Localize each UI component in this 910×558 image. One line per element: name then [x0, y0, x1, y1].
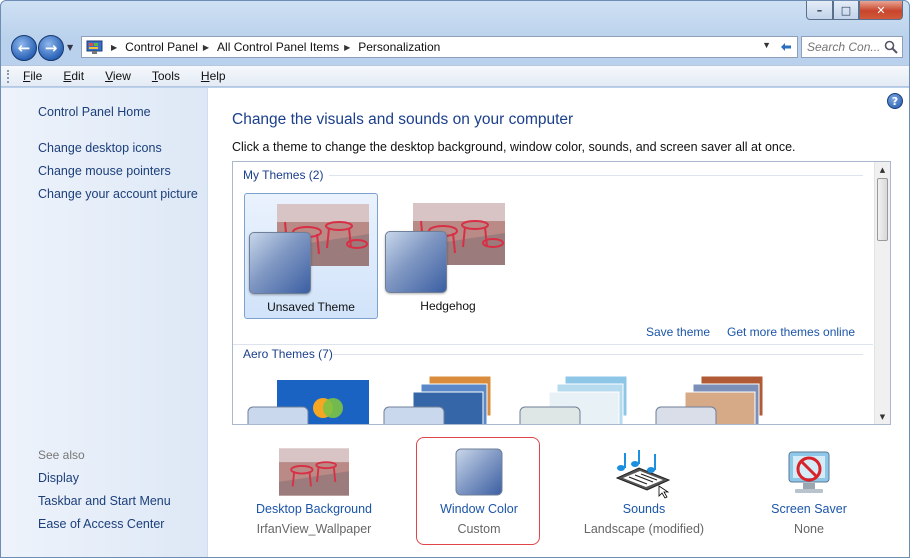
breadcrumb-arrow-icon[interactable]: ▶ [203, 43, 209, 52]
theme-name: Hedgehog [420, 299, 476, 313]
see-also-label: See also [38, 448, 85, 462]
window-color-icon [455, 448, 503, 496]
desktop-background-thumbnail [279, 448, 349, 496]
menu-help[interactable]: Help [197, 69, 230, 83]
page-description: Click a theme to change the desktop back… [232, 140, 796, 154]
help-icon[interactable]: ? [887, 93, 903, 109]
group-divider [329, 175, 863, 176]
recent-pages-dropdown-icon[interactable]: ▼ [67, 43, 73, 52]
desktop-background-value: IrfanView_Wallpaper [256, 522, 372, 536]
sidebar-change-mouse-pointers[interactable]: Change mouse pointers [38, 164, 171, 178]
aero-theme-characters[interactable] [519, 374, 649, 425]
themes-list: My Themes (2) Unsaved Theme Hedgehog Sav… [232, 161, 891, 425]
breadcrumb-all-items[interactable]: All Control Panel Items [217, 40, 339, 54]
menu-view[interactable]: View [101, 69, 135, 83]
screen-saver-icon [788, 451, 830, 493]
breadcrumb-personalization[interactable]: Personalization [358, 40, 440, 54]
personalization-window: – □ ✕ ← → ▼ ▶ Control Panel ▶ All Contro… [0, 0, 910, 558]
aero-theme-architecture[interactable] [383, 374, 513, 425]
menu-tools[interactable]: Tools [148, 69, 184, 83]
scroll-thumb[interactable] [877, 178, 888, 241]
theme-hedgehog[interactable]: Hedgehog [381, 193, 515, 319]
search-placeholder: Search Con... [807, 40, 881, 54]
search-input[interactable]: Search Con... [801, 36, 903, 58]
screen-saver-title[interactable]: Screen Saver [744, 502, 874, 516]
breadcrumb-arrow-icon[interactable]: ▶ [111, 43, 117, 52]
sounds-value: Landscape (modified) [583, 522, 705, 536]
search-icon[interactable] [884, 40, 898, 54]
scroll-down-icon[interactable]: ▼ [875, 409, 890, 424]
scroll-up-icon[interactable]: ▲ [875, 162, 890, 177]
themes-scrollbar[interactable]: ▲ ▼ [874, 162, 890, 424]
sounds-title[interactable]: Sounds [579, 502, 709, 516]
refresh-icon [780, 43, 791, 51]
breadcrumb-arrow-icon[interactable]: ▶ [344, 43, 350, 52]
caption-buttons: – □ ✕ [806, 1, 903, 20]
theme-name: Unsaved Theme [267, 300, 355, 314]
back-button[interactable]: ← [11, 35, 37, 61]
aero-theme-windows7[interactable] [247, 374, 377, 425]
address-bar[interactable]: ▶ Control Panel ▶ All Control Panel Item… [81, 36, 776, 58]
sidebar-ease-of-access[interactable]: Ease of Access Center [38, 517, 164, 531]
sidebar-display[interactable]: Display [38, 471, 79, 485]
sidebar-change-desktop-icons[interactable]: Change desktop icons [38, 141, 162, 155]
address-dropdown-icon[interactable]: ▼ [762, 40, 771, 50]
content-area: Control Panel Home Change desktop icons … [1, 88, 909, 557]
menu-file[interactable]: File [19, 69, 46, 83]
control-panel-icon [86, 40, 103, 54]
aero-themes-group-title: Aero Themes (7) [243, 347, 333, 361]
maximize-button[interactable]: □ [833, 1, 859, 20]
sidebar-control-panel-home[interactable]: Control Panel Home [38, 105, 151, 119]
sounds-icon [615, 450, 671, 499]
theme-unsaved[interactable]: Unsaved Theme [244, 193, 378, 319]
close-button[interactable]: ✕ [859, 1, 903, 20]
sidebar-change-account-picture[interactable]: Change your account picture [38, 187, 198, 201]
theme-window-color-thumbnail [249, 232, 311, 294]
group-divider [333, 354, 863, 355]
menu-grip [7, 70, 10, 83]
aero-theme-landscapes[interactable] [655, 374, 785, 425]
refresh-button[interactable] [774, 36, 798, 58]
sidebar: Control Panel Home Change desktop icons … [1, 88, 208, 557]
sidebar-taskbar-start-menu[interactable]: Taskbar and Start Menu [38, 494, 171, 508]
forward-button[interactable]: → [38, 35, 64, 61]
my-themes-group-title: My Themes (2) [243, 168, 324, 182]
navigation-bar: ← → ▼ ▶ Control Panel ▶ All Control Pane… [9, 33, 903, 61]
menu-bar: File Edit View Tools Help [1, 65, 909, 87]
window-color-title[interactable]: Window Color [414, 502, 544, 516]
screen-saver-value: None [794, 522, 824, 536]
desktop-background-title[interactable]: Desktop Background [249, 502, 379, 516]
theme-window-color-thumbnail [385, 231, 447, 293]
menu-edit[interactable]: Edit [59, 69, 88, 83]
group-divider [233, 344, 873, 345]
breadcrumb-control-panel[interactable]: Control Panel [125, 40, 198, 54]
page-title: Change the visuals and sounds on your co… [232, 111, 574, 128]
save-theme-link[interactable]: Save theme [646, 325, 710, 339]
window-color-value: Custom [457, 522, 501, 536]
minimize-button[interactable]: – [806, 1, 833, 20]
get-more-themes-link[interactable]: Get more themes online [727, 325, 855, 339]
